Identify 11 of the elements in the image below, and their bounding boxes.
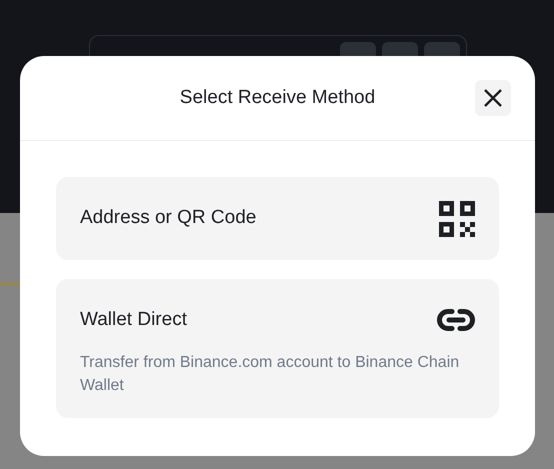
qr-code-icon [439,200,475,236]
receive-method-option[interactable]: Address or QR Code [56,177,499,260]
option-title: Address or QR Code [80,206,256,230]
option-description: Transfer from Binance.com account to Binance Chain Wallet [80,352,460,396]
close-icon [484,89,502,107]
tab-underline [0,283,22,285]
close-button[interactable] [475,80,511,116]
receive-method-option[interactable]: Wallet Direct Transfer from Binance.com account to Binance Chain Wallet [56,279,499,418]
dialog-title: Select Receive Method [180,86,376,110]
link-icon [437,308,475,332]
option-title: Wallet Direct [80,308,187,332]
